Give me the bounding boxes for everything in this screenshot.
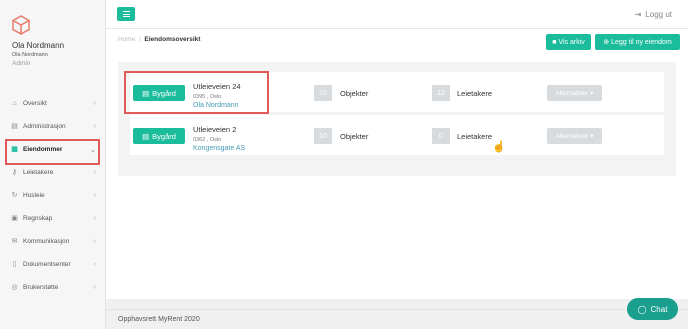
property-address: Utleieveien 2 0362 , Oslo Kongensgate AS	[193, 125, 245, 152]
refresh-icon: ↻	[11, 192, 18, 199]
tenants-count: 12	[432, 85, 450, 101]
sidebar-item-label: Regnskap	[23, 215, 53, 222]
add-property-button[interactable]: ⊕ Legg til ny eiendom	[595, 34, 680, 50]
alternatives-dropdown[interactable]: Alternativer ▾	[547, 128, 602, 144]
user-role: Admin	[12, 60, 31, 67]
chat-bubbles-icon: ✉	[11, 238, 18, 245]
tenants-label[interactable]: Leietakere	[457, 89, 492, 98]
breadcrumb: Home / Eiendomsoversikt	[118, 36, 200, 43]
property-type-button[interactable]: ▤ Bygård	[133, 128, 185, 144]
breadcrumb-separator: /	[138, 36, 141, 43]
sidebar-item-label: Leietakere	[23, 169, 54, 176]
objects-count: 10	[314, 85, 332, 101]
chat-label: Chat	[650, 304, 668, 314]
chevron-left-icon: ‹	[93, 123, 96, 130]
breadcrumb-current: Eiendomsoversikt	[144, 36, 201, 43]
sidebar-item-regnskap[interactable]: ▣ Regnskap ‹	[0, 207, 106, 230]
objects-label[interactable]: Objekter	[340, 89, 368, 98]
document-icon: ▯	[12, 261, 17, 268]
logout-link[interactable]: ⇥ Logg ut	[635, 10, 672, 19]
sidebar-item-label: Kommunikasjon	[23, 238, 70, 245]
show-archive-label: Vis arkiv	[558, 38, 585, 46]
main-content: Home / Eiendomsoversikt ■ Vis arkiv ⊕ Le…	[106, 29, 688, 299]
sidebar-item-label: Brukerstøtte	[23, 284, 59, 291]
mouse-cursor-icon: ☝	[492, 141, 506, 153]
sidebar-item-dokumentsenter[interactable]: ▯ Dokumentsenter ‹	[0, 253, 106, 276]
chevron-left-icon: ‹	[93, 192, 96, 199]
chevron-left-icon: ‹	[93, 284, 96, 291]
briefcase-icon: ▤	[11, 123, 18, 130]
property-card: ▤ Bygård Utleieveien 2 0362 , Oslo Konge…	[130, 115, 664, 155]
sidebar-item-oversikt[interactable]: ⌂ Oversikt ‹	[0, 92, 106, 115]
highlight-box-property	[124, 71, 269, 114]
user-name: Ola Nordmann	[12, 41, 65, 50]
sidebar-item-husleie[interactable]: ↻ Husleie ‹	[0, 184, 106, 207]
user-subtitle: Ola Nordmann	[12, 52, 48, 58]
sidebar-nav: ⌂ Oversikt ‹ ▤ Administrasjon ‹ ▦ Eiendo…	[0, 92, 106, 299]
archive-icon: ■	[552, 38, 557, 46]
topbar: ⇥ Logg ut	[106, 0, 688, 29]
lifebuoy-icon: ◎	[11, 284, 18, 291]
chevron-left-icon: ‹	[93, 261, 96, 268]
chevron-left-icon: ‹	[93, 169, 96, 176]
calculator-icon: ▣	[11, 215, 18, 222]
highlight-box-eiendommer	[5, 139, 100, 165]
property-owner-link[interactable]: Kongensgate AS	[193, 145, 245, 152]
menu-toggle-button[interactable]	[117, 7, 135, 21]
breadcrumb-home[interactable]: Home	[118, 36, 135, 43]
sidebar-item-label: Oversikt	[23, 100, 47, 107]
tenants-label[interactable]: Leietakere	[457, 132, 492, 141]
sidebar-item-administrasjon[interactable]: ▤ Administrasjon ‹	[0, 115, 106, 138]
chevron-left-icon: ‹	[93, 100, 96, 107]
hamburger-line	[122, 11, 130, 12]
logout-label: Logg ut	[645, 10, 672, 19]
sidebar-item-kommunikasjon[interactable]: ✉ Kommunikasjon ‹	[0, 230, 106, 253]
show-archive-button[interactable]: ■ Vis arkiv	[546, 34, 591, 50]
alternatives-dropdown[interactable]: Alternativer ▾	[547, 85, 602, 101]
footer: Opphavsrett MyRent 2020	[106, 309, 688, 329]
sidebar-item-label: Husleie	[23, 192, 45, 199]
cube-logo-icon[interactable]	[12, 15, 30, 35]
property-postal: 0362 , Oslo	[193, 137, 222, 143]
hamburger-line	[122, 16, 130, 17]
sidebar-item-brukerstotte[interactable]: ◎ Brukerstøtte ‹	[0, 276, 106, 299]
sidebar-item-label: Dokumentsenter	[23, 261, 71, 268]
copyright-text: Opphavsrett MyRent 2020	[118, 316, 200, 323]
logout-icon: ⇥	[634, 10, 642, 19]
property-type-label: Bygård	[152, 131, 176, 141]
hamburger-line	[122, 13, 130, 15]
property-street: Utleieveien 2	[193, 125, 237, 134]
chevron-left-icon: ‹	[93, 215, 96, 222]
key-icon: ⚷	[11, 169, 18, 176]
chevron-left-icon: ‹	[93, 238, 96, 245]
chat-bubble-icon: ◯	[637, 304, 647, 314]
sidebar-item-label: Administrasjon	[23, 123, 66, 130]
home-icon: ⌂	[12, 100, 17, 107]
tenants-count: 0	[432, 128, 450, 144]
add-property-label: Legg til ny eiendom	[611, 38, 672, 46]
objects-label[interactable]: Objekter	[340, 132, 368, 141]
chat-button[interactable]: ◯ Chat	[627, 298, 678, 320]
building-icon: ▤	[142, 131, 150, 141]
objects-count: 10	[314, 128, 332, 144]
plus-circle-icon: ⊕	[603, 39, 610, 46]
